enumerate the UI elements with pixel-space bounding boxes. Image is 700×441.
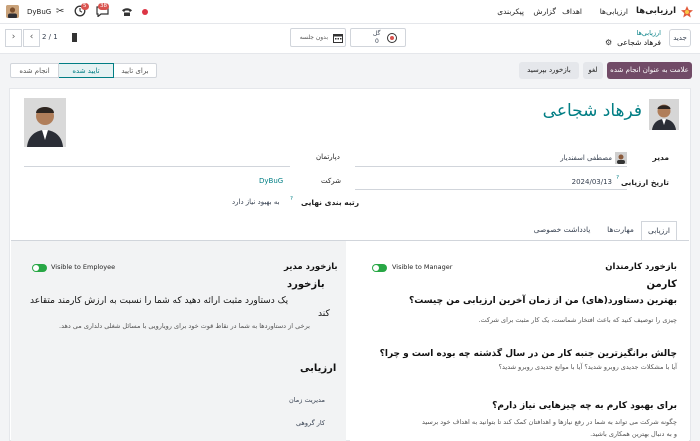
timer-inner-dot [390,36,394,40]
debug-tools-icon[interactable]: ✂ [56,6,64,17]
stage-confirmed[interactable]: تایید شده [58,63,114,78]
employee-q2-desc: آیا با مشکلات جدیدی روبرو شدید؟ آیا با م… [498,363,677,371]
timer-value: 0 [375,38,379,45]
manager-avatar [615,152,627,164]
activity-badge-count: 5 [81,3,89,10]
visible-to-manager-label: Visible to Manager [392,263,453,271]
calendar-icon[interactable] [333,33,343,45]
tab-private-note[interactable]: یادداشت خصوصی [524,221,600,241]
evaluation-heading: ارزیابی [300,363,337,374]
manager-feedback-desc: برخی از دستاوردها به شما در نقاط قوت خود… [59,322,310,330]
employee-q3-desc-line1: چگونه شرکت می تواند به شما در رفع نیازها… [422,418,677,426]
manager-feedback-line1: یک دستاورد مثبت ارائه دهید که شما را نسب… [30,296,289,306]
ask-feedback-button[interactable]: بازخورد بپرسید [519,62,579,79]
employee-q1-desc: چیزی را توصیف کنید که باعث افتخار شماست،… [478,316,677,324]
employee-q3-desc-line2: و به دنبال بهترین همکاری باشید. [590,430,677,438]
menu-configuration[interactable]: پیکربندی [497,7,524,16]
employee-feedback-title: بازخورد کارمندان [605,262,677,272]
company-name[interactable]: DyBuG [27,8,51,16]
visible-to-manager-toggle[interactable] [372,264,387,272]
appraisal-date-label: تاریخ ارزیابی [620,178,669,187]
record-title: فرهاد شجاعی [617,38,661,47]
session-widget[interactable]: بدون جلسه [290,28,346,47]
manager-feedback-heading: بازخورد [287,279,325,290]
chat-badge-count: 38 [98,3,109,10]
stage-to-confirm[interactable]: برای تایید [113,63,157,78]
manager-feedback-title: بازخورد مدیر [284,262,338,272]
settings-gear-icon[interactable]: ⚙ [605,38,612,47]
final-rating-help[interactable]: ? [290,196,293,202]
company-value[interactable]: DyBuG [259,177,283,185]
department-label: دپارتمان [316,153,340,161]
attachment-icon[interactable] [71,32,78,45]
appraisal-date-help[interactable]: ? [616,175,619,181]
employee-name[interactable]: فرهاد شجاعی [543,101,642,121]
visible-to-employee-label: Visible to Employee [51,263,116,271]
timer-label: گل [373,30,381,37]
top-navbar: ارزیابی‌ها ارزیابی‌ها اهداف گزارش پیکربن… [0,0,700,24]
employee-avatar [649,99,679,130]
employee-photo[interactable] [24,98,66,147]
employee-q2: چالش برانگیزترین جنبه کار من در سال گذشت… [379,349,677,359]
appraisal-date-value[interactable]: 2024/03/13 [572,178,612,186]
new-button[interactable]: جدید [669,29,691,47]
user-avatar[interactable] [6,5,19,18]
pager-prev-button[interactable]: ‹ [5,29,22,47]
menu-goals[interactable]: اهداف [562,7,582,16]
visible-to-employee-toggle[interactable] [32,264,47,272]
company-label: شرکت [321,177,341,185]
final-rating-label: رتبه بندی نهایی [301,198,360,207]
manager-feedback-line2: کند [318,309,330,319]
department-field-line [24,166,290,167]
app-icon[interactable] [680,5,694,19]
control-panel: جدید ارزیابی‌ها فرهاد شجاعی ⚙ گل 0 بدون … [0,24,700,54]
stage-done[interactable]: انجام شده [10,63,59,78]
manager-label: مدیر [652,153,669,162]
pager-value[interactable]: 2 / 1 [42,33,58,41]
employee-q3: برای بهبود کارم به چه چیزهایی نیاز دارم؟ [492,401,677,411]
employee-q1: بهترین دستاورد(های) من از زمان آخرین ارز… [409,296,677,306]
mark-done-button[interactable]: علامت به عنوان انجام شده [607,62,692,79]
menu-appraisals[interactable]: ارزیابی‌ها [600,7,628,16]
tab-skills[interactable]: مهارت‌ها [601,221,640,241]
appraisal-date-field-line [355,189,627,190]
timer-widget[interactable]: گل 0 [350,28,406,47]
session-label: بدون جلسه [299,34,328,41]
employee-feedback-heading: کارمن [646,279,677,290]
phone-icon[interactable] [121,6,133,19]
breadcrumb-parent[interactable]: ارزیابی‌ها [636,29,661,37]
app-name[interactable]: ارزیابی‌ها [636,6,676,16]
menu-reporting[interactable]: گزارش [533,7,556,16]
manager-value[interactable]: مصطفی اسفندیار [560,154,612,162]
status-dot-icon[interactable] [142,9,148,15]
cancel-button[interactable]: لغو [583,62,603,79]
pager-next-button[interactable]: › [23,29,40,47]
final-rating-value[interactable]: به بهبود نیاز دارد [232,198,280,206]
tab-appraisal[interactable]: ارزیابی [641,221,677,241]
manager-field-line [355,166,627,167]
eval-item-time-management: مدیریت زمان [289,396,325,404]
eval-item-teamwork: کار گروهی [296,419,325,427]
